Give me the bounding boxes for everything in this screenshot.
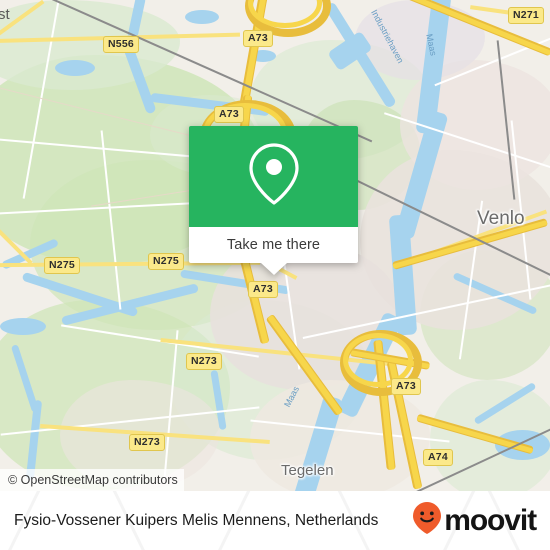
road-shield-n273-upper: N273 [186, 353, 222, 370]
place-label-tegelen: Tegelen [281, 462, 334, 479]
road-shield-n275-left: N275 [44, 257, 80, 274]
location-title: Fysio-Vossener Kuipers Melis Mennens, Ne… [14, 511, 379, 529]
popup-header [189, 126, 358, 227]
road-shield-a73-north: A73 [243, 30, 273, 47]
moovit-logo[interactable]: moovit [412, 501, 537, 540]
page-footer: Fysio-Vossener Kuipers Melis Mennens, Ne… [0, 491, 550, 550]
road-shield-a73-upper: A73 [214, 106, 244, 123]
popup-pointer-tail [260, 263, 287, 275]
attribution-text: © OpenStreetMap contributors [8, 473, 178, 487]
road-shield-a73-lower: A73 [391, 378, 421, 395]
road-shield-n556: N556 [103, 36, 139, 53]
map-cut-label: st [0, 6, 10, 23]
road-shield-a74: A74 [423, 449, 453, 466]
road-shield-n275-right: N275 [148, 253, 184, 270]
location-popup-card[interactable]: Take me there [189, 126, 358, 275]
road-shield-a73-mid: A73 [248, 281, 278, 298]
place-label-venlo: Venlo [477, 208, 525, 229]
road-shield-n271: N271 [508, 7, 544, 24]
map-pin-icon [246, 141, 302, 212]
moovit-wordmark: moovit [444, 503, 537, 537]
take-me-there-button[interactable]: Take me there [189, 227, 358, 263]
map-attribution[interactable]: © OpenStreetMap contributors [0, 469, 184, 491]
road-shield-n273-lower: N273 [129, 434, 165, 451]
map-canvas[interactable]: st Industriehaven Maas Maas Venlo Tegele… [0, 0, 550, 491]
moovit-pin-icon [412, 501, 442, 540]
screenshot-root: st Industriehaven Maas Maas Venlo Tegele… [0, 0, 550, 550]
take-me-there-label: Take me there [226, 237, 321, 253]
